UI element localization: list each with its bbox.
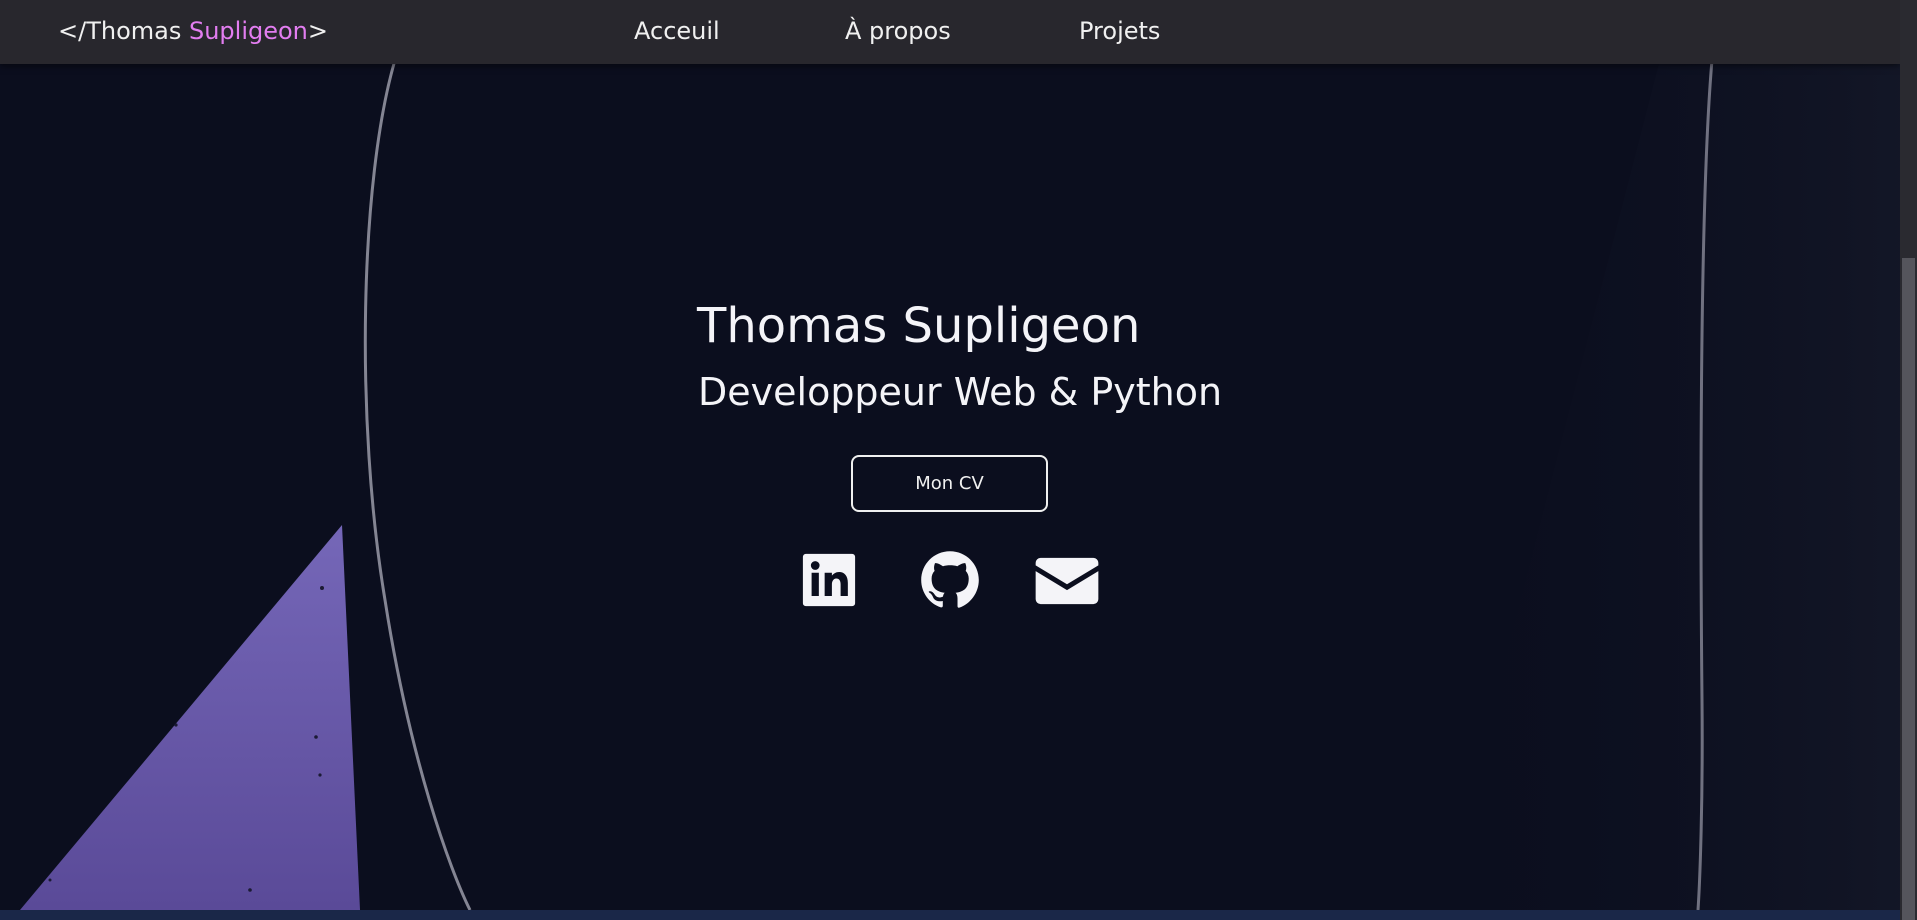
hero-subtitle: Developpeur Web & Python xyxy=(698,370,1223,414)
brand-accent: Supligeon xyxy=(188,17,308,45)
nav-link-a-propos[interactable]: À propos xyxy=(845,17,951,45)
hero-section: Thomas Supligeon Developpeur Web & Pytho… xyxy=(0,0,1900,910)
page: </Thomas Supligeon> Acceuil À propos Pro… xyxy=(0,0,1900,910)
cv-button[interactable]: Mon CV xyxy=(851,455,1048,512)
brand-logo[interactable]: </Thomas Supligeon> xyxy=(58,17,328,45)
nav-link-acceuil[interactable]: Acceuil xyxy=(634,17,720,45)
navbar: </Thomas Supligeon> Acceuil À propos Pro… xyxy=(0,0,1900,64)
github-icon[interactable] xyxy=(918,548,982,612)
bottom-strip xyxy=(0,910,1900,920)
scrollbar-thumb[interactable] xyxy=(1902,258,1915,920)
brand-first: Thomas xyxy=(86,17,189,45)
brand-prefix: </ xyxy=(58,17,87,45)
nav-link-projets[interactable]: Projets xyxy=(1079,17,1160,45)
hero-title: Thomas Supligeon xyxy=(697,298,1141,354)
mail-icon[interactable] xyxy=(1034,548,1100,614)
linkedin-icon[interactable] xyxy=(800,551,858,609)
brand-suffix: > xyxy=(307,17,329,45)
